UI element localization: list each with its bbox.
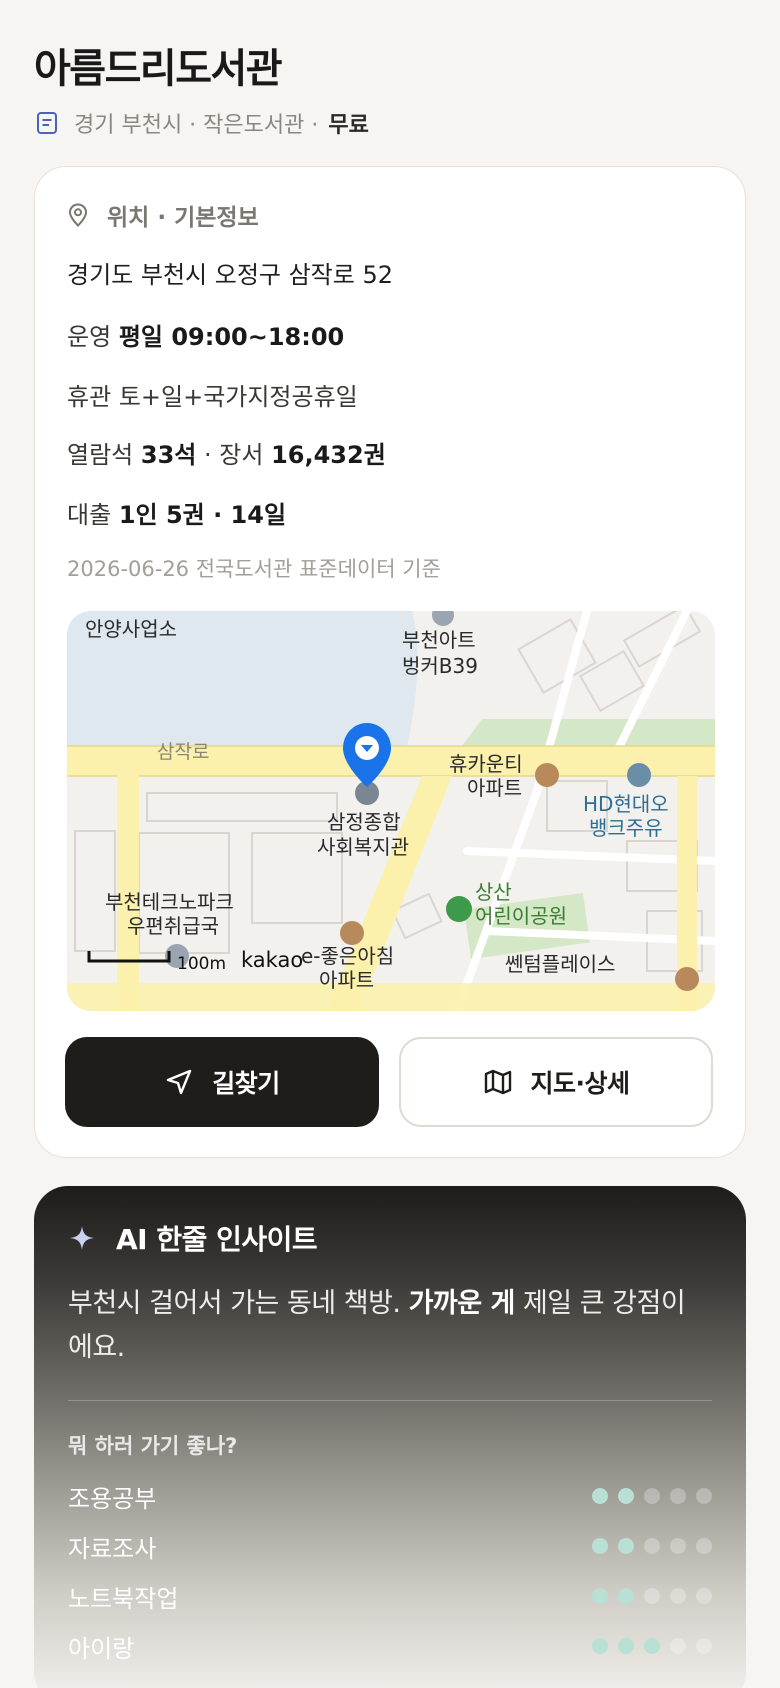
activity-label: 조용공부 (68, 1484, 157, 1513)
ai-insight-card: AI 한줄 인사이트 부천시 걸어서 가는 동네 책방. 가까운 게 제일 큰 … (34, 1186, 746, 1688)
address: 경기도 부천시 오정구 삼작로 52 (67, 261, 394, 289)
rating-dot-empty (644, 1488, 660, 1504)
rating-dot-filled (592, 1588, 608, 1604)
map-label-art1: 부천아트 (402, 628, 476, 652)
rating-dot-empty (644, 1588, 660, 1604)
map-label-apt2: 아파트 (467, 776, 522, 800)
rating-dot-empty (696, 1588, 712, 1604)
activity-rating (592, 1588, 712, 1604)
map-detail-label: 지도·상세 (530, 1069, 631, 1098)
activity-rating (592, 1638, 712, 1654)
location-info-card: 위치 · 기본정보 경기도 부천시 오정구 삼작로 52 운영 평일 09:00… (34, 166, 746, 1158)
activity-row: 아이랑 (68, 1626, 712, 1666)
activity-label: 노트북작업 (68, 1584, 179, 1613)
ai-text-a: 부천시 걸어서 가는 동네 책방. (68, 1288, 401, 1319)
rating-dot-filled (644, 1638, 660, 1654)
rating-dot-filled (618, 1538, 634, 1554)
activity-rating (592, 1538, 712, 1554)
rating-dot-empty (670, 1588, 686, 1604)
rating-dot-empty (670, 1538, 686, 1554)
map-label-post2: 우편취급국 (127, 914, 219, 938)
map-label-park1: 상산 (475, 880, 512, 904)
rating-dot-empty (696, 1488, 712, 1504)
rating-dot-filled (592, 1538, 608, 1554)
library-detail-page: 아름드리도서관 경기 부천시 · 작은도서관 · 무료 위치 · 기본정보 경기… (0, 0, 780, 1688)
data-reference: 2026-06-26 전국도서관 표준데이터 기준 (67, 557, 441, 581)
location-map[interactable]: 삼작로 안양사업소 부천아트 벙커B39 휴카운티 아파트 HD현대오 뱅크주유… (67, 611, 715, 1011)
activity-question: 뭐 하러 가기 좋나? (68, 1434, 238, 1458)
sparkle-icon (68, 1224, 96, 1252)
navigation-arrow-icon (164, 1067, 194, 1097)
hours-label: 운영 (67, 323, 112, 351)
map-label-top-left: 안양사업소 (85, 617, 177, 641)
section-header: 위치 · 기본정보 (65, 197, 259, 233)
activity-label: 자료조사 (68, 1534, 157, 1563)
activity-label: 아이랑 (68, 1634, 135, 1663)
map-scale-label: 100m (177, 954, 226, 974)
seats-label: 열람석 (67, 441, 134, 469)
directions-button[interactable]: 길찾기 (65, 1037, 379, 1127)
apartment-icon (535, 763, 559, 787)
activity-row: 조용공부 (68, 1476, 712, 1516)
closed-days: 휴관 토+일+국가지정공휴일 (67, 377, 358, 412)
rating-dot-empty (670, 1488, 686, 1504)
activity-rating (592, 1488, 712, 1504)
section-title: 위치 · 기본정보 (107, 205, 259, 231)
map-label-centum: 쎈텀플레이스 (505, 952, 615, 976)
map-label-morning2: 아파트 (319, 968, 374, 992)
books-value: 16,432권 (271, 441, 386, 469)
rating-dot-filled (592, 1488, 608, 1504)
map-label-center2: 사회복지관 (317, 835, 409, 859)
hours-value: 평일 09:00~18:00 (118, 323, 345, 351)
library-meta: 경기 부천시 · 작은도서관 · 무료 (34, 106, 369, 140)
rating-dot-empty (696, 1538, 712, 1554)
map-icon (483, 1067, 513, 1097)
ai-insight-text: 부천시 걸어서 가는 동네 책방. 가까운 게 제일 큰 강점이에요. (68, 1282, 708, 1370)
map-label-hd1: HD현대오 (583, 792, 669, 816)
map-label-apt1: 휴카운티 (449, 752, 523, 776)
loan-label: 대출 (67, 501, 112, 529)
map-label-center1: 삼정종합 (327, 810, 401, 834)
map-label-hd2: 뱅크주유 (589, 816, 663, 840)
price-badge: 무료 (328, 113, 369, 138)
rating-dot-filled (618, 1488, 634, 1504)
location-pin-icon (65, 202, 91, 228)
meta-text: 경기 부천시 · 작은도서관 · (74, 113, 319, 138)
rating-dot-filled (592, 1638, 608, 1654)
map-label-post1: 부천테크노파크 (105, 890, 234, 914)
books-label: · 장서 (204, 441, 264, 469)
ai-insight-header: AI 한줄 인사이트 (68, 1218, 318, 1258)
directions-label: 길찾기 (212, 1069, 280, 1098)
ai-text-b: 가까운 게 (408, 1288, 516, 1319)
seats-and-books: 열람석 33석 · 장서 16,432권 (67, 435, 386, 470)
park-icon (446, 896, 472, 922)
rating-dot-empty (670, 1638, 686, 1654)
seats-value: 33석 (140, 441, 197, 469)
rating-dot-filled (618, 1638, 634, 1654)
rating-dot-empty (644, 1538, 660, 1554)
document-icon (34, 110, 60, 136)
activity-row: 노트북작업 (68, 1576, 712, 1616)
ai-insight-title: AI 한줄 인사이트 (116, 1223, 318, 1256)
kakao-logo: kakao (241, 948, 303, 972)
rating-dot-empty (696, 1638, 712, 1654)
activity-row: 자료조사 (68, 1526, 712, 1566)
gas-station-icon (627, 763, 651, 787)
map-label-park2: 어린이공원 (475, 904, 567, 928)
operating-hours: 운영 평일 09:00~18:00 (67, 317, 344, 352)
map-label-morning1: e-좋은아침 (301, 944, 394, 968)
closed-label: 휴관 (67, 383, 112, 411)
loan-value: 1인 5권 · 14일 (118, 501, 287, 529)
loan-policy: 대출 1인 5권 · 14일 (67, 495, 286, 530)
rating-dot-filled (618, 1588, 634, 1604)
map-detail-button[interactable]: 지도·상세 (399, 1037, 713, 1127)
map-road-label: 삼작로 (157, 741, 209, 763)
divider (68, 1400, 712, 1401)
closed-value: 토+일+국가지정공휴일 (118, 383, 358, 411)
page-title: 아름드리도서관 (34, 46, 283, 92)
map-label-art2: 벙커B39 (402, 654, 478, 678)
